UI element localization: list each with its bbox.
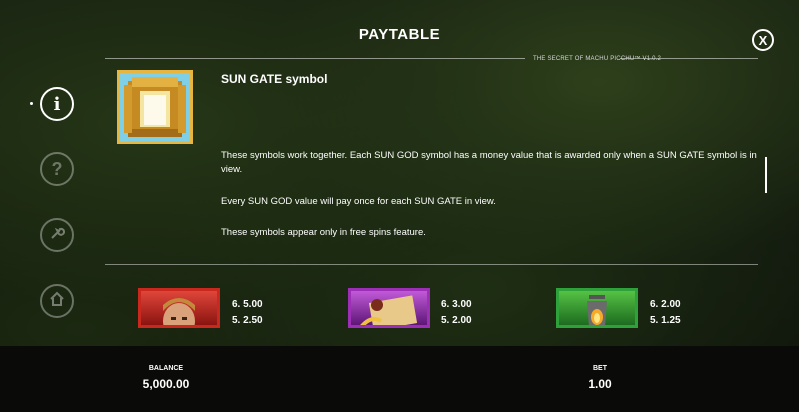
active-indicator [30, 102, 33, 105]
pay-line: 6. 5.00 [232, 299, 263, 310]
pay-line: 5. 2.50 [232, 315, 263, 326]
feature-paragraph: These symbols appear only in free spins … [221, 227, 426, 238]
sun-gate-symbol [117, 70, 193, 144]
divider [105, 264, 758, 265]
lantern-symbol [556, 288, 638, 328]
question-icon: ? [51, 158, 63, 179]
sidebar-item-help[interactable]: ? [40, 152, 74, 186]
bet-label: BET [593, 365, 607, 372]
wrench-icon [49, 225, 65, 246]
sidebar-item-home[interactable] [40, 284, 74, 318]
pay-line: 6. 2.00 [650, 299, 681, 310]
feature-paragraph: Every SUN GOD value will pay once for ea… [221, 196, 496, 207]
scrollbar[interactable] [765, 157, 767, 193]
feature-paragraph: These symbols work together. Each SUN GO… [221, 150, 757, 175]
info-icon: i [53, 93, 61, 115]
close-icon: X [758, 32, 768, 48]
symbol-heading: SUN GATE symbol [221, 72, 328, 86]
footer-bar: BALANCE 5,000.00 BET 1.00 [0, 346, 799, 412]
page-title: PAYTABLE [358, 26, 441, 43]
version-text: THE SECRET OF MACHU PICCHU™ V1.0.2 [533, 56, 662, 62]
close-button[interactable]: X [752, 29, 774, 51]
pay-line: 5. 2.00 [441, 315, 472, 326]
pay-line: 6. 3.00 [441, 299, 472, 310]
bet-value: 1.00 [588, 377, 612, 391]
scroll-symbol [348, 288, 430, 328]
explorer-symbol [138, 288, 220, 328]
balance-label: BALANCE [148, 365, 184, 372]
balance-value: 5,000.00 [142, 377, 190, 391]
pay-line: 5. 1.25 [650, 315, 681, 326]
sidebar-item-settings[interactable] [40, 218, 74, 252]
sidebar-item-info[interactable]: i [40, 87, 74, 121]
home-icon [49, 291, 65, 312]
divider [105, 58, 525, 59]
